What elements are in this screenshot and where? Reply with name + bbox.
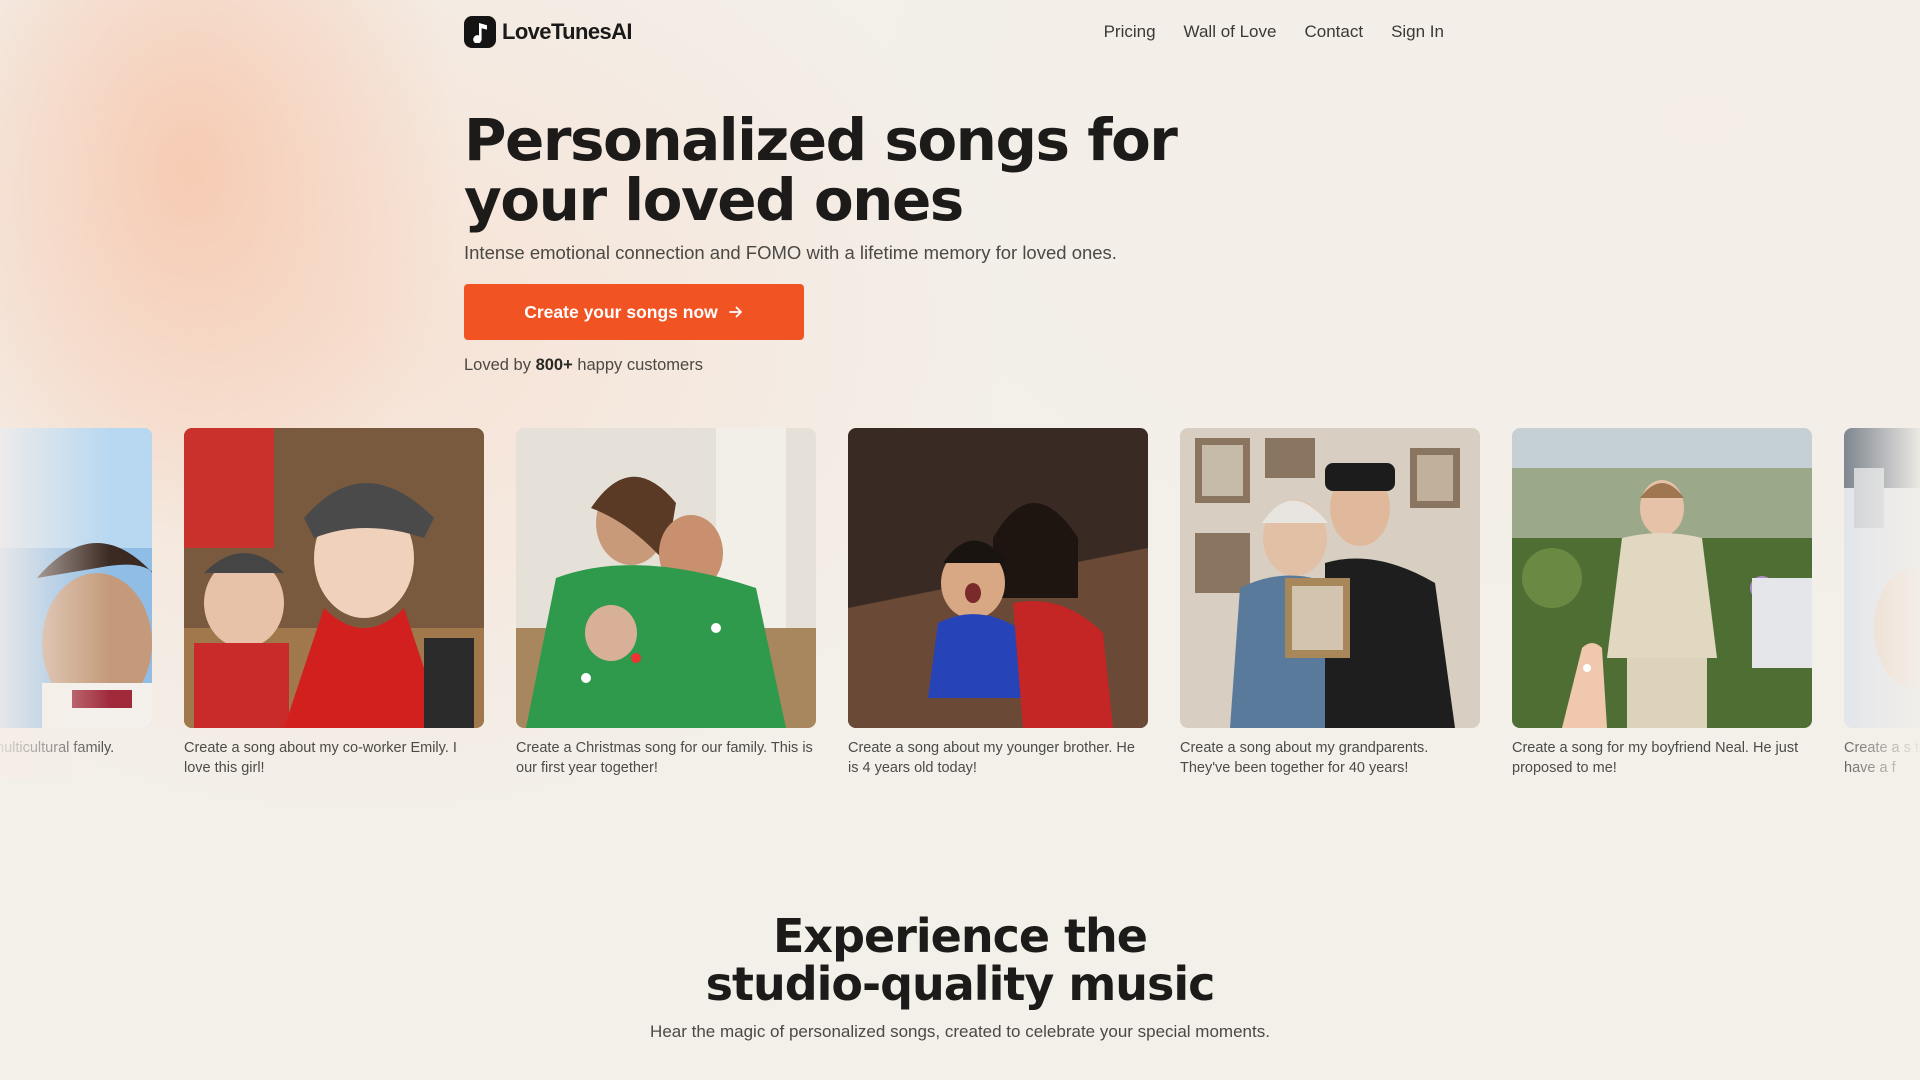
gallery-caption: Create a song about my grandparents. The… bbox=[1180, 740, 1429, 776]
gallery-card-partial[interactable]: Create a s to have a f bbox=[1844, 428, 1920, 778]
section-title-line-1: Experience the bbox=[772, 909, 1148, 963]
gallery-caption: Create a s to have a f bbox=[1844, 740, 1920, 776]
hero-title-line-2: your loved ones bbox=[464, 166, 964, 234]
nav-link-pricing[interactable]: Pricing bbox=[1104, 22, 1156, 42]
music-note-logo-icon bbox=[464, 16, 496, 48]
create-songs-button-label: Create your songs now bbox=[524, 301, 718, 322]
gallery-card-boyfriend[interactable]: Create a song for my boyfriend Neal. He … bbox=[1512, 428, 1812, 778]
gallery-card-coworker[interactable]: Create a song about my co-worker Emily. … bbox=[184, 428, 484, 778]
hero-title-line-1: Personalized songs for bbox=[464, 106, 1178, 174]
social-proof-suffix: happy customers bbox=[577, 356, 703, 374]
section-subtitle: Hear the magic of personalized songs, cr… bbox=[650, 1022, 1270, 1041]
gallery-caption: Create a song about my co-worker Emily. … bbox=[184, 740, 457, 776]
section-title-line-2: studio-quality music bbox=[705, 957, 1216, 1011]
nav-links: Pricing Wall of Love Contact Sign In bbox=[1104, 22, 1444, 42]
gallery-card-brother[interactable]: Create a song about my younger brother. … bbox=[848, 428, 1148, 778]
gallery-photo-partial bbox=[1844, 428, 1920, 728]
gallery-caption: Create a song for my boyfriend Neal. He … bbox=[1512, 740, 1799, 776]
nav-link-wall-of-love[interactable]: Wall of Love bbox=[1184, 22, 1277, 42]
hero-title: Personalized songs for your loved ones bbox=[464, 110, 1224, 230]
top-nav: LoveTunesAI Pricing Wall of Love Contact… bbox=[464, 14, 1444, 50]
gallery-photo-grandparents bbox=[1180, 428, 1480, 728]
customer-count: 800+ bbox=[535, 356, 573, 374]
create-songs-button[interactable]: Create your songs now bbox=[464, 284, 804, 340]
landing-page: LoveTunesAI Pricing Wall of Love Contact… bbox=[0, 0, 1920, 1080]
gallery-card-christmas[interactable]: Create a Christmas song for our family. … bbox=[516, 428, 816, 778]
gallery-photo-proposal bbox=[1512, 428, 1812, 728]
arrow-right-icon bbox=[728, 306, 742, 318]
nav-link-contact[interactable]: Contact bbox=[1304, 22, 1363, 42]
social-proof: Loved by 800+ happy customers bbox=[464, 356, 1224, 375]
gallery-photo-christmas-family bbox=[516, 428, 816, 728]
social-proof-prefix: Loved by bbox=[464, 356, 531, 374]
gallery-photo-siblings bbox=[848, 428, 1148, 728]
gallery-photo-coworkers bbox=[184, 428, 484, 728]
gallery-card-multicultural[interactable]: multicultural family. bbox=[0, 428, 152, 758]
song-examples-gallery: multicultural family. Create a song abou… bbox=[0, 428, 1920, 778]
gallery-caption: multicultural family. bbox=[0, 740, 115, 756]
hero-section: Personalized songs for your loved ones I… bbox=[464, 110, 1224, 375]
hero-subtitle: Intense emotional connection and FOMO wi… bbox=[464, 242, 1117, 263]
studio-quality-section: Experience the studio-quality music Hear… bbox=[0, 912, 1920, 1042]
nav-link-sign-in[interactable]: Sign In bbox=[1391, 22, 1444, 42]
brand-logo-link[interactable]: LoveTunesAI bbox=[464, 16, 633, 48]
gallery-photo-baby bbox=[0, 428, 152, 728]
gallery-card-grandparents[interactable]: Create a song about my grandparents. The… bbox=[1180, 428, 1480, 778]
brand-name: LoveTunesAI bbox=[502, 19, 633, 44]
gallery-caption: Create a Christmas song for our family. … bbox=[516, 740, 813, 776]
gallery-caption: Create a song about my younger brother. … bbox=[848, 740, 1135, 776]
section-title: Experience the studio-quality music bbox=[0, 912, 1920, 1008]
